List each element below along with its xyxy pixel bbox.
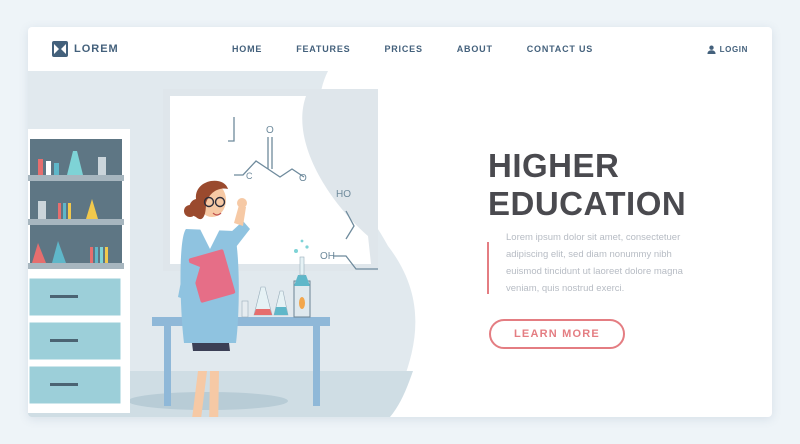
nav-prices-link[interactable]: PRICES: [384, 44, 422, 54]
hero-title-line2: EDUCATION: [488, 185, 687, 222]
nav-contact-link[interactable]: CONTACT US: [527, 44, 593, 54]
nav-about-link[interactable]: ABOUT: [457, 44, 493, 54]
learn-more-button[interactable]: LEARN MORE: [489, 319, 625, 349]
board-text-o2: O: [299, 173, 307, 184]
login-button[interactable]: LOGIN: [707, 45, 748, 54]
hero-description: Lorem ipsum dolor sit amet, consectetuer…: [506, 232, 683, 294]
hero-headline: HIGHER EDUCATION: [488, 147, 686, 223]
board-text-oh: OH: [320, 251, 335, 262]
board-text-ho: HO: [336, 189, 351, 200]
cabinet-drawers: [28, 275, 124, 407]
bowtie-logo-icon: [52, 41, 68, 57]
nav-features-link[interactable]: FEATURES: [296, 44, 350, 54]
hero-title-line1: HIGHER: [488, 147, 620, 184]
landing-page-card: LOREM HOME FEATURES PRICES ABOUT CONTACT…: [28, 27, 772, 417]
accent-bar: [487, 242, 489, 294]
user-icon: [707, 45, 716, 54]
top-navbar: LOREM HOME FEATURES PRICES ABOUT CONTACT…: [28, 27, 772, 71]
main-menu: HOME FEATURES PRICES ABOUT CONTACT US: [232, 44, 627, 54]
lab-cabinet: [28, 129, 130, 413]
brand-logo[interactable]: LOREM: [52, 41, 119, 57]
login-label: LOGIN: [719, 45, 748, 54]
board-text-o: O: [266, 125, 274, 136]
board-text-c: C: [246, 171, 253, 181]
floor-shadow: [128, 392, 288, 410]
nav-home-link[interactable]: HOME: [232, 44, 262, 54]
brand-name: LOREM: [74, 43, 119, 55]
